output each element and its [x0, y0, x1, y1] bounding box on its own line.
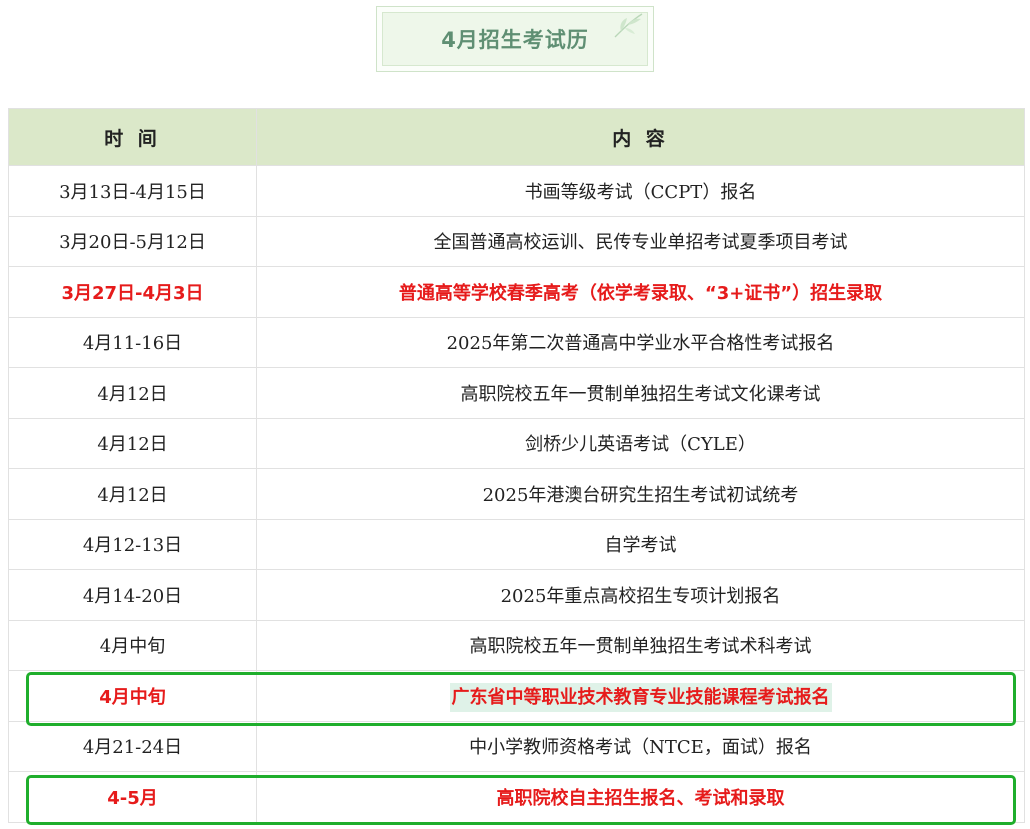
table-row: 4月14-20日 2025年重点高校招生专项计划报名	[8, 569, 1025, 621]
content-cell: 2025年第二次普通高中学业水平合格性考试报名	[256, 316, 1025, 368]
content-cell: 中小学教师资格考试（NTCE，面试）报名	[256, 720, 1025, 772]
content-cell: 广东省中等职业技术教育专业技能课程考试报名	[256, 670, 1025, 722]
content-cell: 剑桥少儿英语考试（CYLE）	[256, 417, 1025, 469]
title-banner-inner: 4月招生考试历	[382, 12, 648, 66]
content-cell: 2025年重点高校招生专项计划报名	[256, 569, 1025, 621]
exam-calendar-table: 时 间 内 容 3月13日-4月15日 书画等级考试（CCPT）报名 3月20日-5…	[8, 108, 1025, 823]
time-cell: 4月11-16日	[8, 316, 257, 368]
table-row: 4-5月 高职院校自主招生报名、考试和录取	[8, 771, 1025, 823]
table-row: 4月中旬 高职院校五年一贯制单独招生考试术科考试	[8, 619, 1025, 671]
table-row: 4月12日 高职院校五年一贯制单独招生考试文化课考试	[8, 367, 1025, 419]
content-cell: 全国普通高校运训、民传专业单招考试夏季项目考试	[256, 215, 1025, 267]
time-cell: 4月12-13日	[8, 518, 257, 570]
bamboo-leaf-icon	[614, 13, 643, 38]
table-header-row: 时 间 内 容	[8, 108, 1025, 166]
content-cell: 高职院校自主招生报名、考试和录取	[256, 771, 1025, 823]
time-cell: 4月12日	[8, 417, 257, 469]
page-title: 4月招生考试历	[441, 28, 589, 52]
content-cell: 高职院校五年一贯制单独招生考试术科考试	[256, 619, 1025, 671]
content-cell: 高职院校五年一贯制单独招生考试文化课考试	[256, 367, 1025, 419]
time-cell: 4月12日	[8, 468, 257, 520]
time-cell: 4-5月	[8, 771, 257, 823]
table-row: 4月21-24日 中小学教师资格考试（NTCE，面试）报名	[8, 720, 1025, 772]
content-cell: 2025年港澳台研究生招生考试初试统考	[256, 468, 1025, 520]
table-row: 4月中旬 广东省中等职业技术教育专业技能课程考试报名	[8, 670, 1025, 722]
time-cell: 4月14-20日	[8, 569, 257, 621]
header-time: 时 间	[8, 108, 257, 166]
table-row: 4月11-16日 2025年第二次普通高中学业水平合格性考试报名	[8, 316, 1025, 368]
time-cell: 3月13日-4月15日	[8, 165, 257, 217]
table-row: 3月20日-5月12日 全国普通高校运训、民传专业单招考试夏季项目考试	[8, 215, 1025, 267]
time-cell: 4月中旬	[8, 619, 257, 671]
table-row: 4月12-13日 自学考试	[8, 518, 1025, 570]
highlighted-text: 广东省中等职业技术教育专业技能课程考试报名	[449, 682, 832, 712]
header-content: 内 容	[256, 108, 1025, 166]
time-cell: 4月21-24日	[8, 720, 257, 772]
time-cell: 3月27日-4月3日	[8, 266, 257, 318]
table-row: 3月27日-4月3日 普通高等学校春季高考（依学考录取、“3+证书”）招生录取	[8, 266, 1025, 318]
time-cell: 4月中旬	[8, 670, 257, 722]
content-cell: 普通高等学校春季高考（依学考录取、“3+证书”）招生录取	[256, 266, 1025, 318]
time-cell: 4月12日	[8, 367, 257, 419]
time-cell: 3月20日-5月12日	[8, 215, 257, 267]
title-banner: 4月招生考试历	[376, 6, 654, 72]
table-row: 4月12日 2025年港澳台研究生招生考试初试统考	[8, 468, 1025, 520]
table-row: 4月12日 剑桥少儿英语考试（CYLE）	[8, 417, 1025, 469]
table-row: 3月13日-4月15日 书画等级考试（CCPT）报名	[8, 165, 1025, 217]
content-cell: 自学考试	[256, 518, 1025, 570]
content-cell: 书画等级考试（CCPT）报名	[256, 165, 1025, 217]
